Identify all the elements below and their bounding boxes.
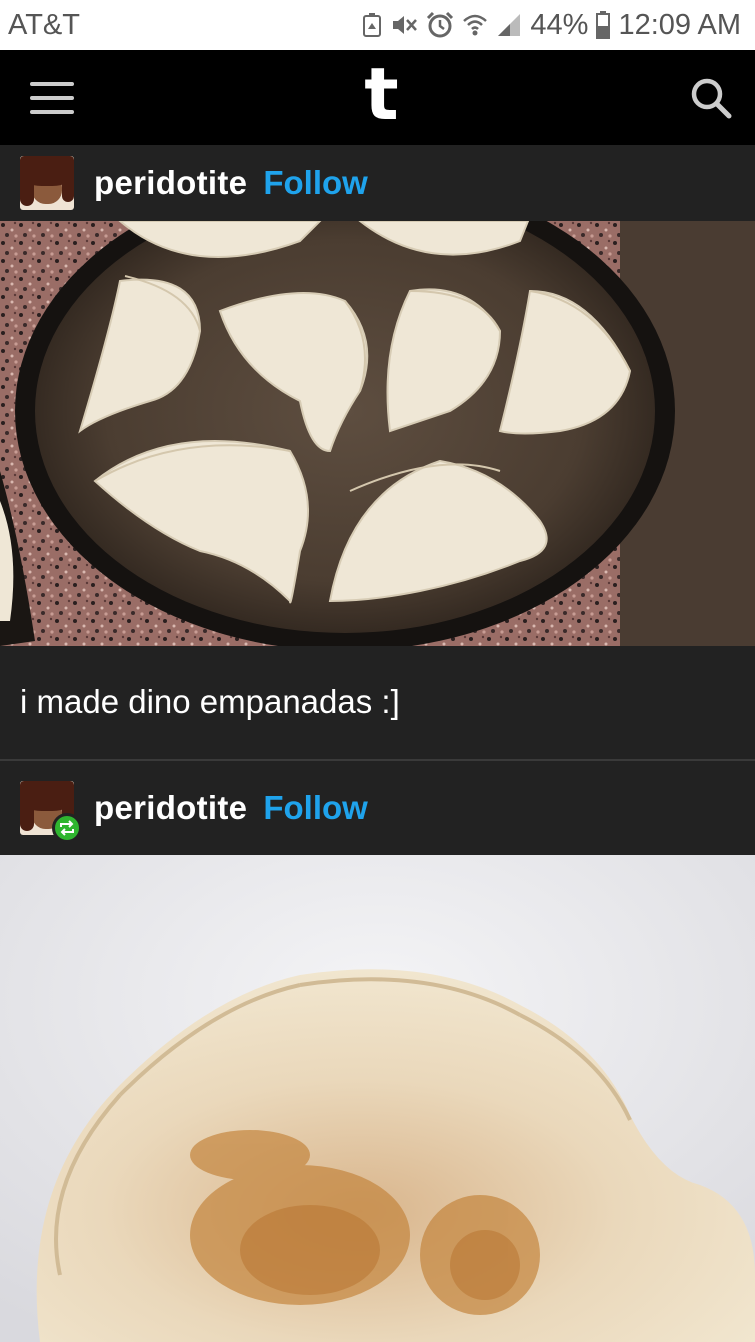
follow-button[interactable]: Follow: [263, 164, 367, 202]
status-bar: AT&T 44% 12:09 AM: [0, 0, 755, 50]
post-header: peridotite Follow: [0, 145, 755, 221]
battery-icon: [596, 11, 611, 39]
avatar[interactable]: [20, 156, 74, 210]
wifi-icon: [463, 14, 488, 36]
post-username[interactable]: peridotite: [94, 789, 247, 827]
carrier-label: AT&T: [8, 8, 80, 41]
reblog-icon: [52, 813, 82, 843]
signal-icon: [498, 14, 521, 36]
empanada-tray-image: [0, 221, 755, 646]
post-photo[interactable]: [0, 221, 755, 646]
hamburger-menu-icon[interactable]: [30, 81, 74, 114]
follow-button[interactable]: Follow: [263, 789, 367, 827]
post-header: peridotite Follow: [0, 761, 755, 855]
avatar[interactable]: [20, 781, 82, 843]
app-top-bar: t: [0, 50, 755, 145]
post-username[interactable]: peridotite: [94, 164, 247, 202]
post-caption: i made dino empanadas :]: [0, 646, 755, 759]
alarm-icon: [427, 11, 454, 38]
search-icon[interactable]: [689, 76, 733, 120]
mute-icon: [393, 16, 418, 34]
empanada-closeup-image: [0, 855, 755, 1342]
battery-percent: 44%: [530, 8, 589, 41]
tumblr-logo[interactable]: t: [364, 58, 398, 130]
status-icons: 44% 12:09 AM: [362, 9, 741, 42]
recycle-icon: [363, 13, 382, 37]
post-photo[interactable]: [0, 855, 755, 1342]
clock-time: 12:09 AM: [618, 8, 741, 41]
